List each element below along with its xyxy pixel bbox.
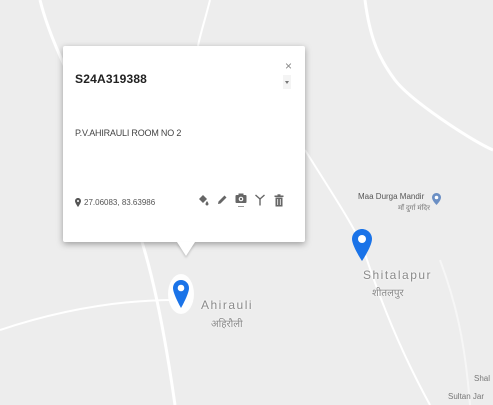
info-popup: S24A319388 P.V.AHIRAULI ROOM NO 2 × 27.0… bbox=[63, 46, 305, 256]
map-view[interactable]: Maa Durga Mandir माँ दुर्गा मंदिर Ahirau… bbox=[0, 0, 493, 405]
trash-icon[interactable] bbox=[273, 192, 285, 208]
coordinates-text: 27.06083, 83.63986 bbox=[84, 198, 156, 207]
road bbox=[439, 259, 471, 405]
selected-location-pin-icon[interactable] bbox=[167, 272, 195, 320]
road bbox=[0, 299, 176, 331]
popup-subtitle: P.V.AHIRAULI ROOM NO 2 bbox=[75, 128, 182, 138]
close-icon[interactable]: × bbox=[285, 59, 292, 73]
place-label-shitalapur: Shitalapur bbox=[363, 268, 433, 282]
popup-title: S24A319388 bbox=[75, 72, 148, 86]
edge-place-label: Sultan Jar bbox=[448, 392, 485, 401]
temple-poi-icon[interactable] bbox=[432, 193, 441, 205]
road bbox=[197, 0, 211, 47]
coordinates-row: 27.06083, 83.63986 bbox=[75, 198, 155, 207]
poi-label[interactable]: Maa Durga Mandir bbox=[358, 192, 424, 201]
paint-bucket-icon[interactable] bbox=[197, 192, 209, 208]
edge-place-label: Shal bbox=[474, 374, 491, 383]
camera-icon[interactable] bbox=[235, 192, 247, 208]
pencil-icon[interactable] bbox=[216, 192, 228, 208]
place-label-ahirauli-local: अहिरौली bbox=[211, 319, 243, 330]
antenna-icon[interactable] bbox=[254, 192, 266, 208]
location-pin-icon[interactable] bbox=[352, 229, 372, 261]
poi-label-local: माँ दुर्गा मंदिर bbox=[398, 205, 430, 212]
place-label-shitalapur-local: शीतलपुर bbox=[372, 288, 404, 299]
location-marker-icon bbox=[75, 198, 81, 207]
place-label-ahirauli: Ahirauli bbox=[201, 298, 254, 312]
popup-actions bbox=[197, 192, 285, 208]
popup-tail bbox=[177, 242, 195, 256]
scroll-indicator-icon[interactable] bbox=[283, 75, 291, 89]
close-button[interactable]: × bbox=[282, 59, 294, 91]
road bbox=[363, 0, 493, 152]
